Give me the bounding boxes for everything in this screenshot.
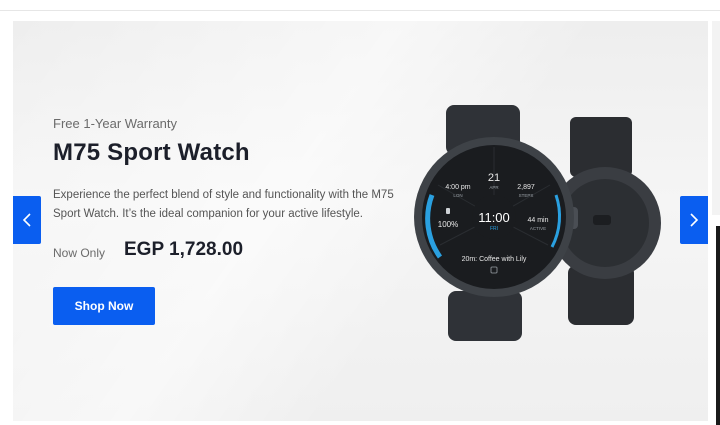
hero-title: M75 Sport Watch <box>53 139 250 166</box>
battery-icon <box>446 208 450 214</box>
next-slide-peek-top <box>712 21 720 215</box>
steps-label: STEPS <box>519 193 534 198</box>
battery-level: 100% <box>438 220 458 229</box>
chevron-left-icon <box>22 213 31 227</box>
world-time-city: LON <box>453 193 462 198</box>
shop-now-button[interactable]: Shop Now <box>53 287 155 325</box>
watch-weekday: FRI <box>490 226 498 232</box>
top-bar <box>0 0 720 11</box>
active-label: ACTIVE <box>530 226 546 231</box>
date-month: APR <box>489 185 499 190</box>
price: EGP 1,728.00 <box>124 239 244 260</box>
next-slide-button[interactable] <box>680 196 708 244</box>
calendar-event: 20m: Coffee with Lily <box>462 256 527 263</box>
date-day: 21 <box>488 172 500 184</box>
steps-value: 2,897 <box>517 184 535 191</box>
front-strap-bottom <box>448 291 522 341</box>
watch-time: 11:00 <box>478 210 510 225</box>
chevron-right-icon <box>690 213 699 227</box>
watch-image: 21 APR 4:00 pm LON 2,897 STEPS 100% 11:0… <box>414 105 661 341</box>
next-slide-peek-bottom <box>716 226 720 425</box>
price-label: Now Only <box>53 246 106 260</box>
active-minutes: 44 min <box>527 217 548 224</box>
back-sensor <box>593 215 611 225</box>
hero-eyebrow: Free 1-Year Warranty <box>53 116 178 131</box>
world-time: 4:00 pm <box>445 184 470 191</box>
hero-description: Experience the perfect blend of style an… <box>53 189 394 220</box>
prev-slide-button[interactable] <box>13 196 41 244</box>
